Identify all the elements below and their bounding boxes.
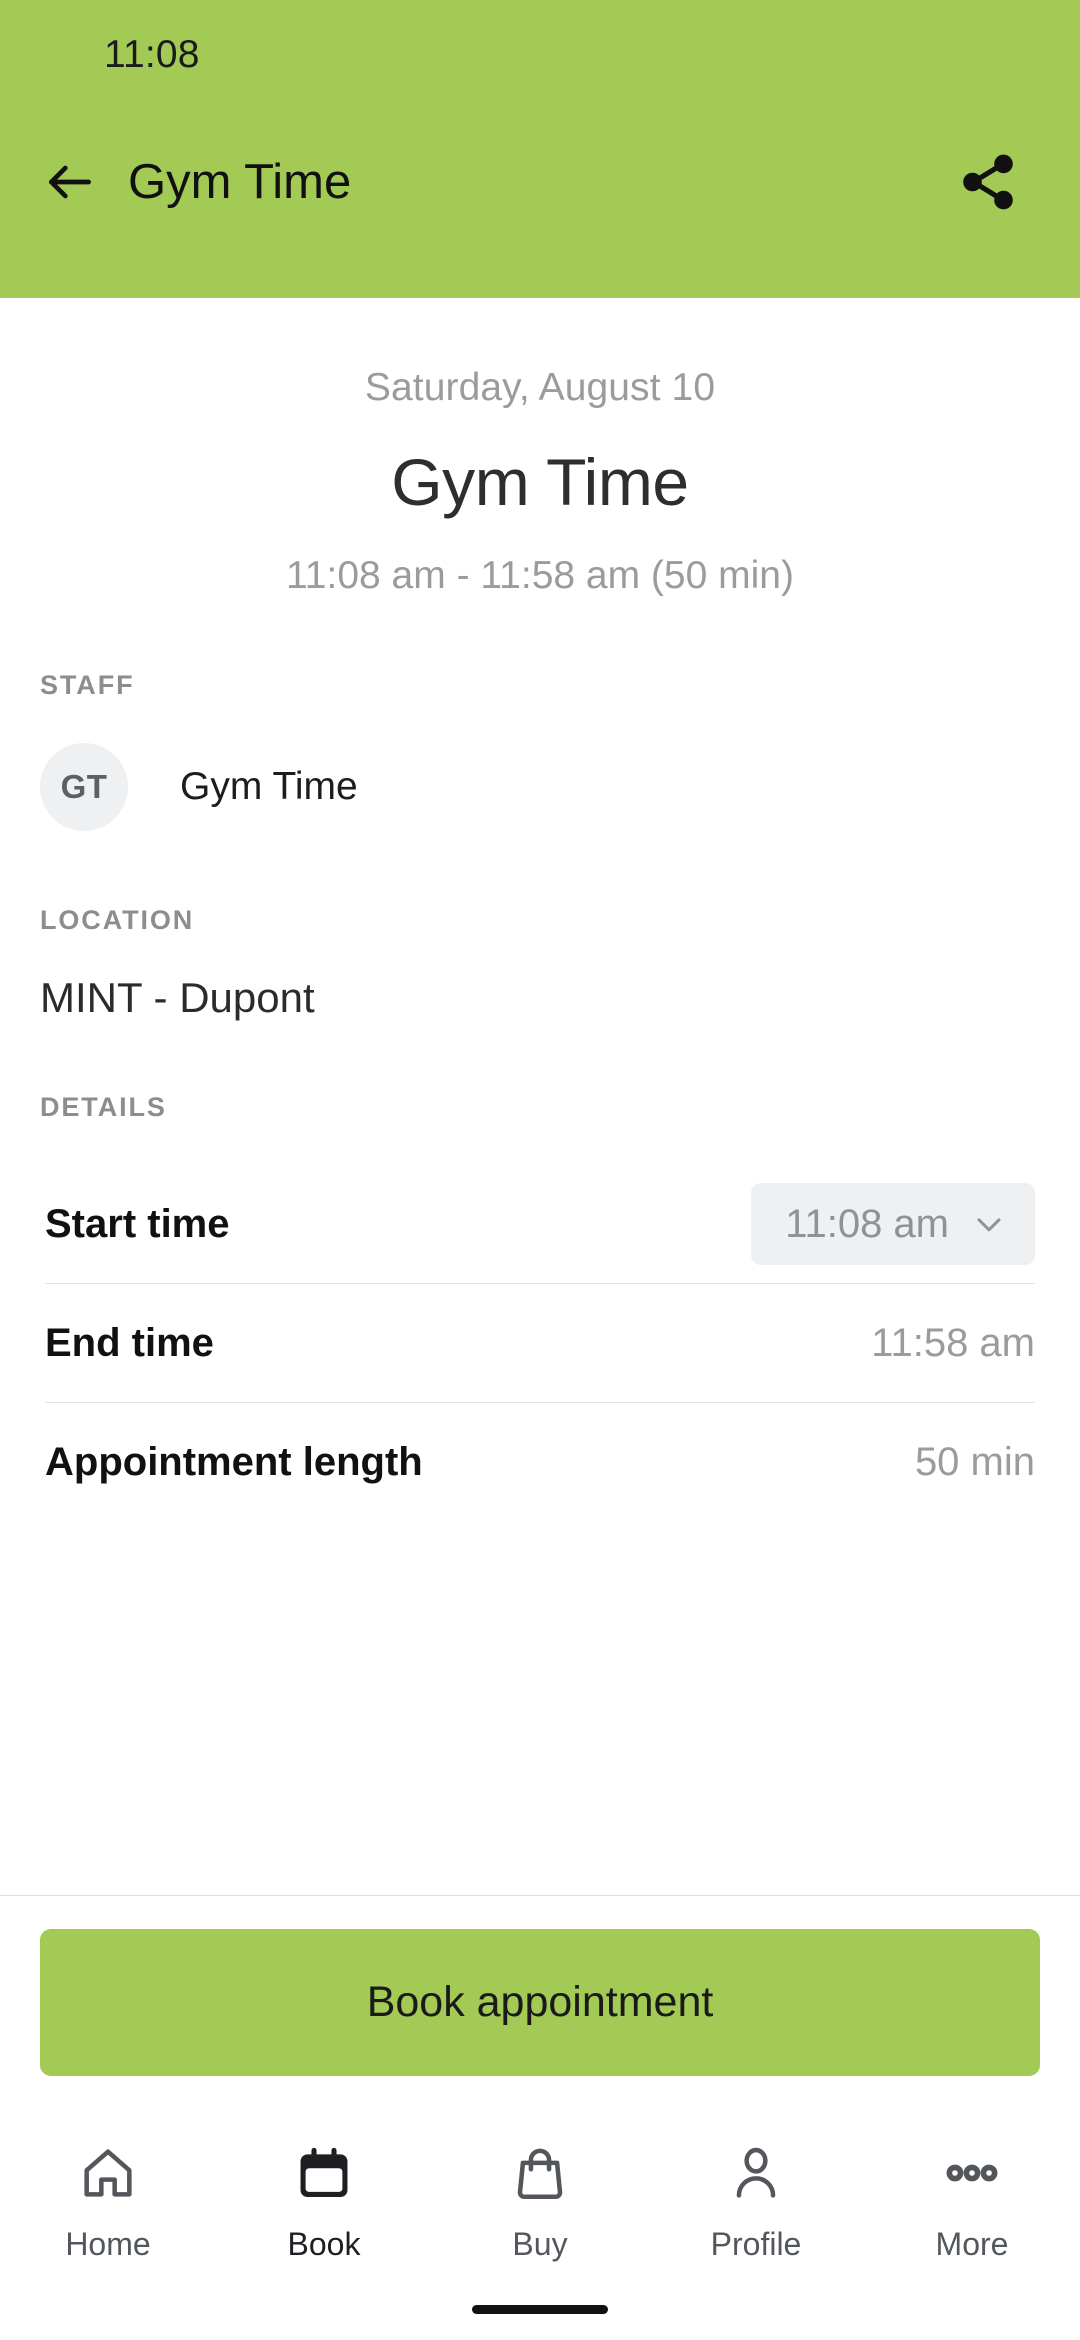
app-bar-nav-row: Gym Time	[0, 112, 1080, 252]
details-section-label: DETAILS	[40, 1092, 167, 1122]
location-section: LOCATION MINT - Dupont	[0, 905, 1080, 1022]
nav-item-home[interactable]: Home	[0, 2136, 216, 2263]
nav-label: Book	[287, 2226, 361, 2262]
home-icon	[76, 2136, 140, 2210]
nav-label: Buy	[512, 2226, 568, 2262]
detail-row-appointment-length: Appointment length 50 min	[0, 1403, 1080, 1521]
details-section: DETAILS Start time 11:08 am End time 11:…	[0, 1092, 1080, 1521]
staff-row[interactable]: GT Gym Time	[0, 743, 1080, 831]
detail-label: End time	[45, 1320, 214, 1365]
app-bar-title: Gym Time	[128, 155, 352, 209]
bag-icon	[508, 2136, 572, 2210]
staff-section: STAFF GT Gym Time	[0, 670, 1080, 831]
chevron-down-icon	[977, 1218, 1001, 1232]
nav-item-more[interactable]: More	[864, 2136, 1080, 2263]
nav-item-buy[interactable]: Buy	[432, 2136, 648, 2263]
avatar-initials: GT	[60, 768, 108, 805]
detail-label: Start time	[45, 1201, 230, 1246]
book-appointment-button[interactable]: Book appointment	[40, 1928, 1040, 2076]
share-button[interactable]	[946, 140, 1030, 224]
person-icon	[724, 2136, 788, 2210]
detail-label: Appointment length	[45, 1439, 423, 1484]
nav-label: Profile	[710, 2226, 802, 2262]
location-value: MINT - Dupont	[40, 974, 315, 1021]
cta-container: Book appointment	[0, 1896, 1080, 2108]
appointment-date: Saturday, August 10	[364, 366, 716, 409]
bottom-nav: Home Book Buy Profile More	[0, 2108, 1080, 2340]
appointment-length-value: 50 min	[914, 1439, 1035, 1484]
appointment-time-range: 11:08 am - 11:58 am (50 min)	[286, 554, 794, 597]
detail-row-start-time: Start time 11:08 am	[0, 1165, 1080, 1283]
appointment-hero: Saturday, August 10 Gym Time 11:08 am - …	[0, 298, 1080, 598]
end-time-value: 11:58 am	[871, 1320, 1035, 1365]
status-bar: 11:08	[0, 0, 1080, 110]
content-bottom-edge	[0, 1895, 1080, 1896]
start-time-dropdown[interactable]: 11:08 am	[751, 1183, 1035, 1265]
staff-section-label: STAFF	[40, 670, 135, 700]
location-section-label: LOCATION	[40, 905, 195, 935]
appointment-title: Gym Time	[391, 445, 689, 519]
ellipsis-icon	[940, 2136, 1004, 2210]
arrow-left-icon	[49, 165, 91, 199]
app-bar: 11:08 Gym Time	[0, 0, 1080, 298]
appointment-detail-scroll[interactable]: Saturday, August 10 Gym Time 11:08 am - …	[0, 298, 1080, 1896]
status-bar-clock: 11:08	[104, 33, 200, 76]
nav-item-book[interactable]: Book	[216, 2136, 432, 2263]
avatar: GT	[40, 743, 128, 831]
home-indicator	[472, 2305, 608, 2314]
start-time-value: 11:08 am	[785, 1201, 949, 1246]
share-icon	[963, 154, 1013, 210]
nav-label: Home	[65, 2226, 151, 2262]
nav-item-profile[interactable]: Profile	[648, 2136, 864, 2263]
nav-label: More	[935, 2226, 1009, 2262]
calendar-icon	[292, 2136, 356, 2210]
app-screen: 11:08 Gym Time Saturday, August 10 Gym T…	[0, 0, 1080, 2340]
back-button[interactable]	[34, 146, 106, 218]
staff-name: Gym Time	[180, 765, 358, 808]
detail-row-end-time: End time 11:58 am	[0, 1284, 1080, 1402]
